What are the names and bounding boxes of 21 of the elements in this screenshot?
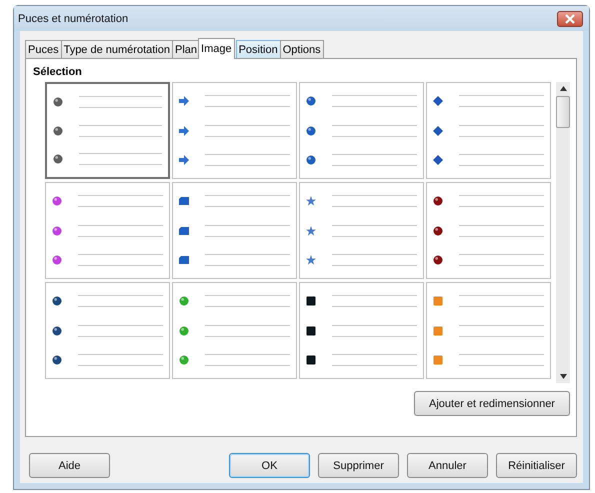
window-title: Puces et numérotation	[18, 12, 128, 24]
tab[interactable]: Image	[198, 38, 235, 59]
bullet-style-option[interactable]	[45, 82, 170, 179]
tab[interactable]: Position	[236, 40, 281, 59]
scrollbar[interactable]	[556, 82, 570, 383]
add-and-resize-button[interactable]: Ajouter et redimensionner	[414, 391, 570, 416]
dialog-button[interactable]: Annuler	[407, 453, 488, 478]
close-icon	[564, 14, 576, 24]
dialog-button[interactable]: Aide	[29, 453, 110, 478]
tab[interactable]: Puces	[25, 40, 62, 59]
dialog-button[interactable]: Réinitialiser	[496, 453, 577, 478]
dialog-button[interactable]: OK	[229, 453, 310, 478]
scroll-down-icon[interactable]	[560, 374, 566, 379]
scroll-up-icon[interactable]	[560, 86, 566, 91]
tab[interactable]: Options	[280, 40, 324, 59]
scroll-thumb[interactable]	[556, 96, 570, 128]
close-button[interactable]	[557, 10, 583, 26]
bullet-style-option[interactable]	[299, 282, 424, 379]
dialog-button[interactable]: Supprimer	[318, 453, 399, 478]
tab[interactable]: Type de numérotation	[60, 40, 173, 59]
section-title: Sélection	[33, 66, 83, 80]
